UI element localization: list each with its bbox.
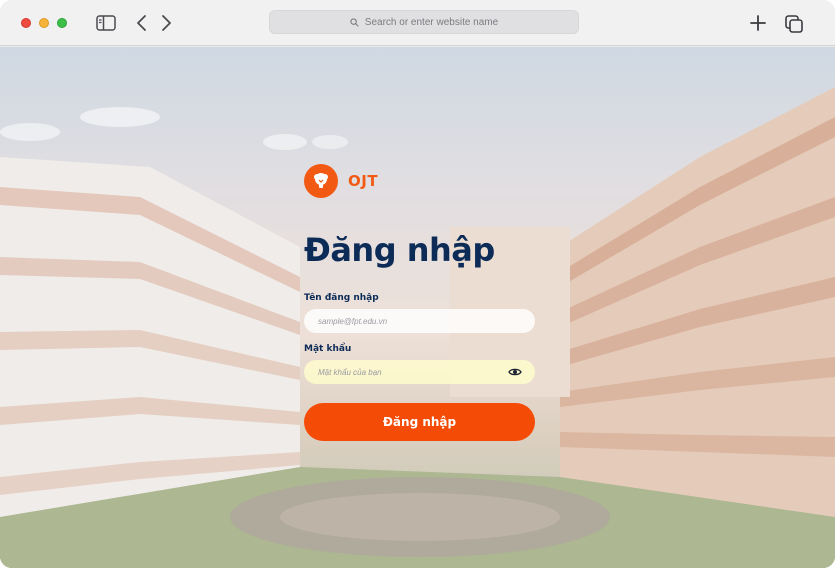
username-input[interactable] — [304, 309, 535, 333]
brand-header: OJT — [304, 164, 378, 198]
tabs-overview-icon[interactable] — [783, 13, 805, 35]
page-viewport: OJT Đăng nhập Tên đăng nhập Mật khẩu Đăn… — [0, 47, 835, 568]
password-label: Mật khẩu — [304, 344, 352, 354]
plus-icon[interactable] — [748, 13, 768, 33]
page-title: Đăng nhập — [304, 231, 495, 269]
search-icon — [350, 17, 359, 27]
close-window-button[interactable] — [21, 18, 31, 28]
browser-window: Search or enter website name OJT Đăng nh… — [0, 0, 835, 568]
background-overlay — [0, 47, 835, 568]
sidebar-icon[interactable] — [96, 14, 116, 32]
login-submit-button[interactable]: Đăng nhập — [304, 403, 535, 441]
eye-icon[interactable] — [508, 365, 522, 379]
address-bar[interactable]: Search or enter website name — [269, 10, 579, 34]
browser-toolbar: Search or enter website name — [0, 0, 835, 46]
address-placeholder: Search or enter website name — [364, 16, 499, 28]
chevron-left-icon[interactable] — [133, 13, 149, 33]
username-label: Tên đăng nhập — [304, 293, 379, 303]
zoom-window-button[interactable] — [57, 18, 67, 28]
password-input[interactable] — [304, 360, 535, 384]
brand-name: OJT — [348, 172, 379, 190]
ojt-logo-icon — [304, 164, 338, 198]
minimize-window-button[interactable] — [39, 18, 49, 28]
chevron-right-icon[interactable] — [159, 13, 175, 33]
